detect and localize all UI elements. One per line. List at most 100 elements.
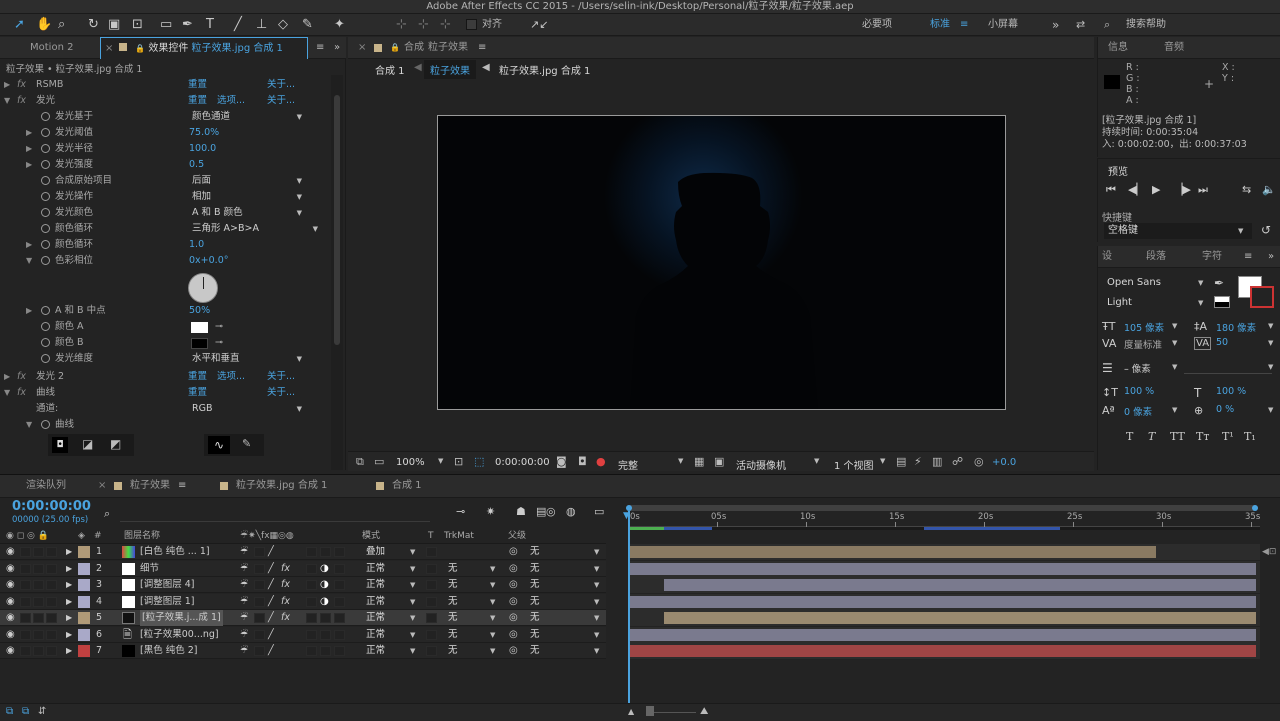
ab-midpoint-value[interactable]: 50% — [189, 303, 210, 319]
blend-mode-select[interactable]: 正常 — [366, 561, 385, 577]
curve-bezier-icon[interactable]: ∿ — [208, 436, 230, 454]
quality-switch-icon[interactable]: ╱ — [268, 594, 274, 610]
color-b-swatch[interactable] — [191, 338, 208, 349]
tab-motion[interactable]: Motion 2 — [26, 37, 96, 59]
breadcrumb-current[interactable]: 粒子效果 — [424, 60, 476, 79]
shy-switch-icon[interactable]: ☔ — [240, 627, 248, 643]
rectangle-tool-icon[interactable]: ▭ — [160, 17, 172, 33]
channel-icon[interactable]: ● — [596, 455, 606, 469]
search-field[interactable] — [120, 521, 430, 522]
expand-arrow-icon[interactable]: ▶ — [66, 577, 72, 593]
collapse-switch[interactable] — [254, 646, 265, 656]
quality-switch-icon[interactable]: ╱ — [268, 627, 274, 643]
comment-icon[interactable]: ▭ — [594, 505, 604, 518]
collapse-switch[interactable] — [254, 613, 265, 623]
composite-original-select[interactable]: 后面 — [192, 173, 302, 189]
stopwatch-icon[interactable] — [41, 112, 50, 121]
about-link[interactable]: 关于... — [267, 93, 295, 109]
glow-colors-select[interactable]: A 和 B 颜色 — [192, 205, 302, 221]
preserve-transparency-toggle[interactable] — [426, 580, 437, 590]
eyedropper-icon[interactable]: ✒ — [1214, 276, 1224, 290]
adjustment-layer-icon[interactable]: ◑ — [320, 561, 329, 577]
fx-icon[interactable]: fx — [17, 77, 26, 93]
frame-blend-switch[interactable] — [306, 580, 317, 590]
subscript-button[interactable]: T₁ — [1244, 430, 1256, 443]
close-icon[interactable]: × — [105, 43, 113, 54]
toggle-in-out-icon[interactable]: ⇵ — [38, 706, 46, 717]
stopwatch-icon[interactable] — [41, 420, 50, 429]
audio-icon[interactable]: 🔈 — [1262, 183, 1276, 196]
region-icon[interactable]: ⬚ — [474, 455, 484, 469]
glow-dimensions-select[interactable]: 水平和垂直 — [192, 351, 302, 367]
zoom-in-icon[interactable]: ⛰ — [700, 706, 708, 717]
parent-pickwhip-icon[interactable]: ◎ — [509, 627, 518, 643]
trkmat-select[interactable]: 无 — [448, 561, 458, 577]
adjustment-layer-icon[interactable]: ◑ — [320, 577, 329, 593]
layer-duration-bar[interactable] — [664, 579, 1256, 591]
parent-pickwhip-icon[interactable]: ◎ — [509, 610, 518, 626]
shy-switch-icon[interactable]: ☔ — [240, 577, 248, 593]
draft-3d-icon[interactable]: ✷ — [486, 505, 495, 518]
composition-viewer[interactable] — [437, 115, 1006, 410]
stopwatch-icon[interactable] — [41, 256, 50, 265]
scrollbar[interactable] — [331, 75, 343, 470]
breadcrumb-jpg-comp[interactable]: 粒子效果.jpg 合成 1 — [499, 62, 590, 77]
motion-blur-icon[interactable]: ◎ — [546, 505, 556, 518]
effect-curves[interactable]: ▼ fx 曲线 重置 关于... — [4, 385, 331, 401]
color-a-swatch[interactable] — [191, 322, 208, 333]
audio-toggle[interactable] — [20, 596, 31, 607]
eyedropper-icon[interactable]: ⊸ — [215, 335, 223, 351]
zoom-out-icon[interactable]: ▲ — [628, 707, 634, 716]
layer-row[interactable]: ◉ ▶ 6 🗎 [粒子效果00...ng] ☔ ╱ 正常 ▼ 无 ▼ ◎ 无 ▼ — [0, 626, 606, 643]
frame-blend-switch[interactable] — [306, 646, 317, 656]
kerning-value[interactable]: 度量标准 — [1124, 337, 1162, 351]
av-header-icon[interactable]: ◉ ◻ ◎ 🔒 — [6, 529, 49, 544]
hand-tool-icon[interactable]: ✋ — [36, 17, 52, 33]
quality-switch-icon[interactable]: ╱ — [268, 577, 274, 593]
rotate-tool-icon[interactable]: ↻ — [88, 17, 99, 33]
parent-select[interactable]: 无 — [530, 627, 540, 643]
layer-duration-bar[interactable] — [630, 562, 1256, 575]
prop-composite-original[interactable]: 合成原始项目 后面 — [4, 173, 331, 189]
parent-dropdown-icon[interactable]: ▼ — [594, 610, 599, 626]
layer-row[interactable]: ◉ ▶ 5 [粒子效果.j...成 1] ☔ ╱ fx 正常 ▼ 无 ▼ ◎ 无 ▼ — [0, 610, 606, 626]
curve-open-icon[interactable]: ◘ — [52, 437, 68, 453]
parent-select[interactable]: 无 — [530, 594, 540, 610]
panel-menu-icon[interactable]: ≡ — [174, 475, 186, 497]
curve-pencil-icon[interactable]: ✎ — [242, 437, 251, 450]
toggle-switches-icon[interactable]: ⧉ — [6, 706, 13, 717]
3d-switch[interactable] — [334, 646, 345, 656]
type-tool-icon[interactable]: T — [206, 17, 214, 33]
font-style-select[interactable]: Light — [1104, 295, 1208, 311]
3d-switch[interactable] — [334, 629, 345, 640]
preserve-transparency-toggle[interactable] — [426, 629, 437, 640]
blend-mode-select[interactable]: 叠加 — [366, 544, 385, 560]
graph-editor-icon[interactable]: ◍ — [566, 505, 576, 518]
effect-rsmb[interactable]: ▶ fx RSMB 重置 关于... — [4, 77, 331, 93]
time-ruler[interactable]: 0s 05s 10s 15s 20s 25s 30s 35s — [628, 511, 1260, 527]
stopwatch-icon[interactable] — [41, 354, 50, 363]
prop-curves[interactable]: ▼ 曲线 — [4, 417, 331, 433]
solo-toggle[interactable] — [33, 563, 44, 574]
expand-arrow-icon[interactable]: ▶ — [66, 643, 72, 659]
prop-color-looping[interactable]: 颜色循环 三角形 A>B>A — [4, 221, 331, 237]
font-dropdown-icon[interactable]: ▼ — [1198, 279, 1203, 287]
label-color[interactable] — [78, 546, 90, 558]
fast-preview-icon[interactable]: ⚡ — [914, 455, 922, 469]
effect-glow-2[interactable]: ▶ fx 发光 2 重置 选项... 关于... — [4, 369, 331, 385]
shy-switch-icon[interactable]: ☔ — [240, 544, 248, 560]
baseline-value[interactable]: 0 像素 — [1124, 404, 1152, 418]
trkmat-select[interactable]: 无 — [448, 643, 458, 659]
layer-row[interactable]: ◉ ▶ 1 [白色 纯色 ... 1] ☔ ╱ 叠加 ▼ ◎ 无 ▼ — [0, 544, 606, 560]
label-color[interactable] — [78, 628, 90, 641]
about-link[interactable]: 关于... — [267, 369, 295, 385]
prop-color-loops[interactable]: ▶ 颜色循环 1.0 — [4, 237, 331, 253]
stroke-dropdown-icon[interactable]: ▼ — [1172, 363, 1177, 371]
layer-duration-bar[interactable] — [664, 612, 1256, 624]
expand-arrow-icon[interactable]: ▶ — [66, 544, 72, 560]
fx-icon[interactable]: fx — [17, 385, 26, 401]
trkmat-select[interactable]: 无 — [448, 627, 458, 643]
parent-pickwhip-icon[interactable]: ◎ — [509, 561, 518, 577]
stopwatch-icon[interactable] — [41, 144, 50, 153]
search-icon[interactable]: ⌕ — [1104, 17, 1110, 33]
